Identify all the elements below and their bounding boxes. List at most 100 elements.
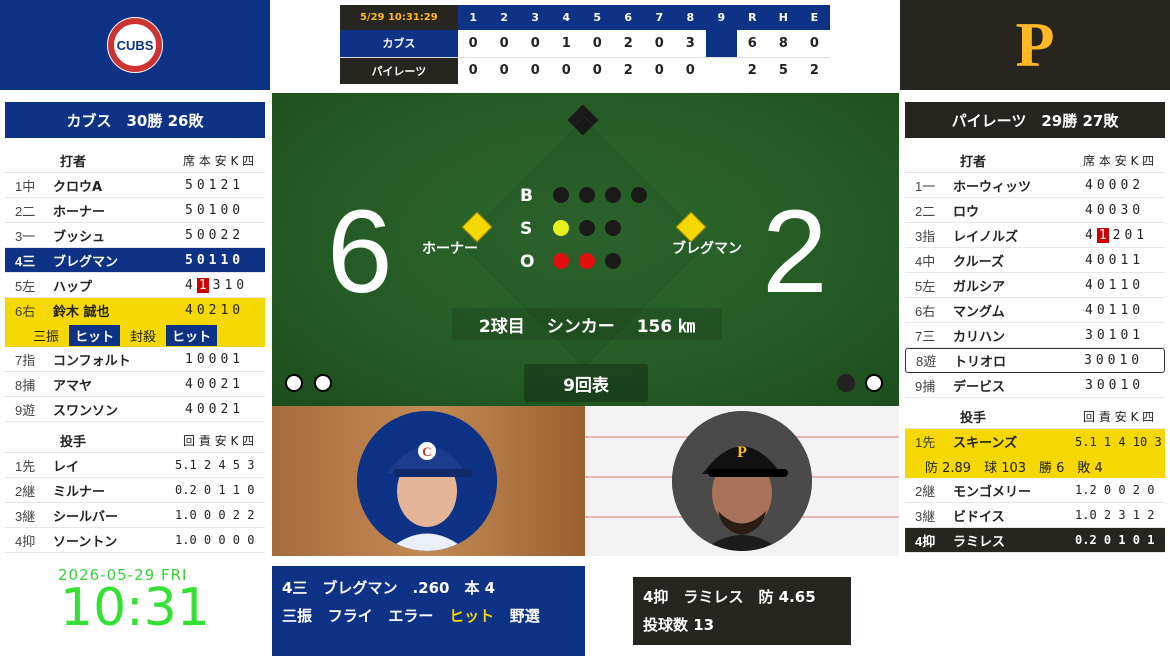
- pitcher-row[interactable]: 2継 ミルナー 0.2 0 1 1 0: [5, 478, 265, 503]
- batter-row[interactable]: 7三 カリハン 30101: [905, 323, 1165, 348]
- timeout-indicator-used: [837, 374, 855, 392]
- current-pitcher-row[interactable]: 4抑 ラミレス 0.2 0 1 0 1: [905, 528, 1165, 553]
- batter-stats: 30010: [1085, 377, 1145, 393]
- pitcher-stats: 1.0 0 0 0 0: [175, 533, 255, 547]
- batter-row[interactable]: 5左 ハップ 4 1 310: [5, 273, 265, 298]
- batter-row[interactable]: 2二 ロウ 40030: [905, 198, 1165, 223]
- batting-order: 4三: [15, 253, 36, 269]
- last-pitch-info: 2球目 シンカー 156 ㎞: [452, 308, 722, 340]
- batter-name: ホーウィッツ: [953, 179, 1032, 195]
- pitcher-stats: 5.1 2 4 5 3: [175, 458, 255, 472]
- cubs-team-header: カブス 30勝 26敗: [5, 102, 265, 138]
- batter-row[interactable]: 1一 ホーウィッツ 40002: [905, 173, 1165, 198]
- batter-row[interactable]: 2二 ホーナー 50100: [5, 198, 265, 223]
- pitcher-row-highlight[interactable]: 1先 スキーンズ 5.1 1 4 10 3: [905, 429, 1165, 454]
- pitcher-row[interactable]: 3継 ビドイス 1.0 2 3 1 2: [905, 503, 1165, 528]
- out-indicator-on: [579, 253, 595, 269]
- errors-header: E: [798, 5, 830, 30]
- stat-value: 4: [185, 277, 197, 293]
- batter-row[interactable]: 4中 クルーズ 40011: [905, 248, 1165, 273]
- cubs-logo-text: CUBS: [116, 37, 154, 53]
- runner-third-name: ホーナー: [422, 241, 478, 257]
- pitcher-name: モンゴメリー: [953, 484, 1032, 500]
- pitcher-row[interactable]: 4抑 ソーントン 1.0 0 0 0 0: [5, 528, 265, 553]
- pitcher-row[interactable]: 2継 モンゴメリー 1.2 0 0 2 0: [905, 478, 1165, 503]
- batter-name: 鈴木 誠也: [53, 305, 110, 320]
- stat-value: 201: [1112, 227, 1149, 243]
- strike-indicator: [579, 220, 595, 236]
- inning-score: 0: [457, 30, 489, 58]
- batting-order: 2二: [15, 203, 36, 219]
- pitch-type: シンカー: [546, 316, 615, 337]
- inning-score: 0: [581, 57, 613, 84]
- inning-score: 0: [643, 57, 675, 84]
- batter-row[interactable]: 9遊 スワンソン 40021: [5, 397, 265, 422]
- inning-header: 3: [519, 5, 551, 30]
- inning-score-current: [705, 30, 737, 58]
- result-item-hit: ヒット: [449, 607, 495, 625]
- linescore-row-pirates: パイレーツ 0 0 0 0 0 2 0 0 2 5 2: [340, 57, 830, 84]
- pitcher-photo-panel: P: [585, 406, 899, 556]
- pitcher-name: ソーントン: [53, 534, 118, 550]
- inning-header: 6: [612, 5, 644, 30]
- errors-total: 0: [798, 30, 830, 58]
- batter-row-highlight[interactable]: 6右 鈴木 誠也 40210: [5, 298, 265, 323]
- batting-order: 9捕: [915, 378, 936, 394]
- pitcher-role: 3継: [15, 508, 36, 524]
- linescore-row-cubs: カブス 0 0 0 1 0 2 0 3 6 8 0: [340, 30, 830, 58]
- batting-header: 打者 席 本 安 K 四: [5, 148, 265, 173]
- batter-row[interactable]: 1中 クロウA 50121: [5, 173, 265, 198]
- field-panel: 6 2 ホーナー ブレグマン B S O 2球目 シンカー 156 ㎞ 9回表: [272, 93, 899, 406]
- inning-score: 0: [674, 57, 706, 84]
- batter-row[interactable]: 3一 ブッシュ 50022: [5, 223, 265, 248]
- result-forceout: 封殺: [130, 329, 157, 345]
- ball-indicator: [605, 187, 621, 203]
- batter-row[interactable]: 8捕 アマヤ 40021: [5, 372, 265, 397]
- batter-name: ロウ: [953, 204, 980, 220]
- svg-text:P: P: [737, 444, 747, 461]
- stat-value: 4: [1085, 227, 1097, 243]
- inning-score: 2: [612, 30, 644, 58]
- batter-name: コンフォルト: [53, 353, 131, 369]
- batter-stats: 50100: [185, 202, 245, 218]
- result-hit: ヒット: [166, 324, 218, 346]
- outs-label: O: [520, 252, 535, 272]
- batter-name: アマヤ: [53, 378, 93, 394]
- pitcher-name: ミルナー: [53, 484, 106, 500]
- batter-name: クルーズ: [953, 254, 1004, 270]
- batter-row[interactable]: 7指 コンフォルト 10001: [5, 347, 265, 372]
- batting-header-title: 打者: [60, 154, 87, 170]
- pitcher-row[interactable]: 3継 シールバー 1.0 0 0 2 2: [5, 503, 265, 528]
- inning-indicator: 9回表: [524, 364, 648, 402]
- batter-photo-panel: C: [272, 406, 585, 556]
- batting-order: 4中: [915, 253, 936, 269]
- batter-row[interactable]: 6右 マングム 40110: [905, 298, 1165, 323]
- pitching-header-cols: 回 責 安 K 四: [1083, 409, 1155, 424]
- runner-first-name: ブレグマン: [672, 241, 742, 257]
- inning-score: 2: [612, 57, 644, 84]
- batter-name: デービス: [953, 379, 1006, 395]
- batting-header-title: 打者: [960, 154, 987, 170]
- batter-stats: 50110: [185, 252, 245, 268]
- pitching-header-title: 投手: [60, 434, 87, 450]
- current-batter-row[interactable]: 4三 ブレグマン 50110: [5, 248, 265, 273]
- hits-total: 5: [767, 57, 799, 84]
- ball-indicator: [579, 187, 595, 203]
- pitcher-stats: 1.0 0 0 2 2: [175, 508, 255, 522]
- batter-row[interactable]: 3指 レイノルズ 4 1 201: [905, 223, 1165, 248]
- ball-indicator: [553, 187, 569, 203]
- hits-total: 8: [767, 30, 799, 58]
- pitcher-role: 1先: [15, 458, 36, 474]
- batter-stats: 30010: [1084, 353, 1144, 368]
- batter-name: ガルシア: [953, 279, 1006, 295]
- homerun-highlight: 1: [196, 277, 209, 293]
- next-batter-row[interactable]: 8遊 トリオロ 30010: [905, 348, 1165, 373]
- batter-row[interactable]: 5左 ガルシア 40110: [905, 273, 1165, 298]
- ball-indicator: [631, 187, 647, 203]
- result-item: フライ: [327, 607, 373, 625]
- pitcher-row[interactable]: 1先 レイ 5.1 2 4 5 3: [5, 453, 265, 478]
- batter-name: ブッシュ: [53, 229, 106, 245]
- pitcher-role: 1先: [915, 435, 936, 450]
- batter-name: クロウA: [53, 179, 103, 195]
- batter-row[interactable]: 9捕 デービス 30010: [905, 373, 1165, 398]
